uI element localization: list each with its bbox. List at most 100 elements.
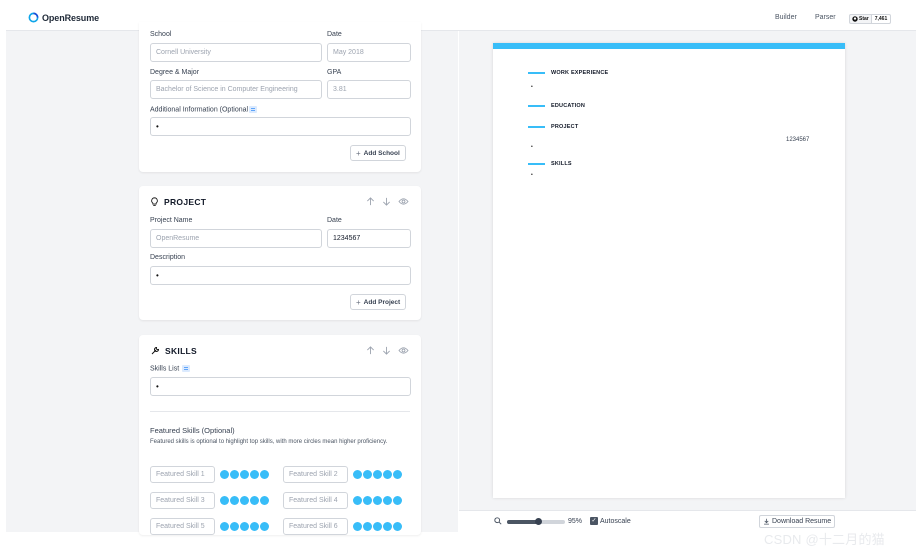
project-date-label: Date (327, 217, 342, 224)
skill-level-circle[interactable] (363, 522, 372, 531)
skill-level-circle[interactable] (230, 470, 239, 479)
bullet-point: • (156, 122, 159, 131)
zoom-slider[interactable] (507, 518, 565, 525)
featured-skills-description: Featured skills is optional to highlight… (150, 439, 388, 445)
education-card: School Cornell University Date May 2018 … (139, 22, 421, 172)
lightbulb-icon (151, 197, 158, 206)
skill-level-circle[interactable] (240, 496, 249, 505)
skill-level-circle[interactable] (353, 470, 362, 479)
add-project-button[interactable]: + Add Project (350, 294, 407, 310)
github-icon (852, 16, 858, 22)
skill-level-circle[interactable] (230, 522, 239, 531)
additional-info-input[interactable]: • (150, 117, 411, 136)
skill-level-circle[interactable] (373, 496, 382, 505)
skill-level-circle[interactable] (260, 522, 269, 531)
skill-level-circle[interactable] (373, 522, 382, 531)
featured-skill-input[interactable]: Featured Skill 3 (150, 492, 215, 509)
project-name-label: Project Name (150, 217, 193, 224)
skill-level-rating (353, 496, 402, 505)
zoom-icon (494, 517, 502, 525)
featured-skill-input[interactable]: Featured Skill 1 (150, 466, 215, 483)
skills-list-label: Skills List (150, 365, 191, 372)
skill-level-circle[interactable] (220, 470, 229, 479)
preview-heading-text: SKILLS (551, 161, 572, 167)
preview-heading-project: PROJECT (528, 124, 578, 130)
skill-level-circle[interactable] (220, 496, 229, 505)
arrow-up-icon[interactable] (366, 346, 375, 355)
logo-icon (28, 12, 39, 23)
skill-level-circle[interactable] (353, 496, 362, 505)
add-school-button[interactable]: + Add School (350, 145, 406, 161)
bullet-point: • (156, 382, 159, 391)
heading-accent-line (528, 105, 545, 107)
skills-list-input[interactable]: • (150, 377, 411, 396)
featured-skill-input[interactable]: Featured Skill 2 (283, 466, 348, 483)
featured-skill-input[interactable]: Featured Skill 5 (150, 518, 215, 535)
preview-heading-work: WORK EXPERIENCE (528, 70, 608, 76)
additional-info-label: Additional Information (Optional (150, 106, 258, 113)
degree-input[interactable]: Bachelor of Science in Computer Engineer… (150, 80, 322, 99)
skills-card: SKILLS Skills List • Featured Skills (Op… (139, 335, 421, 535)
description-input[interactable]: • (150, 266, 411, 285)
skill-level-circle[interactable] (250, 470, 259, 479)
skill-level-circle[interactable] (363, 470, 372, 479)
app-logo[interactable]: OpenResume (28, 12, 99, 23)
bullet-point: • (156, 271, 159, 280)
preview-heading-text: EDUCATION (551, 103, 586, 109)
plus-icon: + (356, 297, 361, 307)
github-star-button[interactable]: Star 7,461 (849, 14, 892, 24)
skill-level-circle[interactable] (250, 522, 259, 531)
date-label: Date (327, 31, 342, 38)
skill-level-circle[interactable] (363, 496, 372, 505)
gpa-label: GPA (327, 69, 342, 76)
project-name-input[interactable]: OpenResume (150, 229, 322, 248)
preview-bullet: • (531, 172, 533, 178)
skill-level-circle[interactable] (383, 496, 392, 505)
skill-level-circle[interactable] (393, 470, 402, 479)
download-resume-button[interactable]: Download Resume (759, 515, 836, 528)
gpa-input[interactable]: 3.81 (327, 80, 411, 99)
skill-level-circle[interactable] (220, 522, 229, 531)
arrow-up-icon[interactable] (366, 197, 375, 206)
skill-level-rating (353, 470, 402, 479)
heading-accent-line (528, 163, 545, 165)
skill-level-circle[interactable] (260, 470, 269, 479)
featured-skill-input[interactable]: Featured Skill 6 (283, 518, 348, 535)
autoscale-checkbox[interactable]: ✓ (590, 517, 598, 525)
featured-skill-row: Featured Skill 3 (150, 492, 269, 509)
skill-level-circle[interactable] (383, 470, 392, 479)
nav-link-parser[interactable]: Parser (815, 14, 836, 21)
featured-skill-input[interactable]: Featured Skill 4 (283, 492, 348, 509)
heading-accent-line (528, 126, 545, 128)
zoom-slider-handle[interactable] (535, 518, 543, 525)
skill-level-circle[interactable] (353, 522, 362, 531)
preview-heading-text: PROJECT (551, 124, 579, 130)
skill-level-circle[interactable] (260, 496, 269, 505)
preview-bullet: • (531, 84, 533, 90)
bullet-list-icon (182, 365, 191, 372)
skill-level-circle[interactable] (383, 522, 392, 531)
project-title-text: PROJECT (164, 197, 207, 207)
eye-icon[interactable] (398, 197, 409, 206)
preview-heading-skills: SKILLS (528, 161, 572, 167)
skill-level-circle[interactable] (240, 522, 249, 531)
skill-level-circle[interactable] (250, 496, 259, 505)
eye-icon[interactable] (398, 346, 409, 355)
skill-level-circle[interactable] (240, 470, 249, 479)
preview-heading-text: WORK EXPERIENCE (551, 70, 609, 76)
arrow-down-icon[interactable] (382, 197, 391, 206)
skill-level-circle[interactable] (230, 496, 239, 505)
nav-link-builder[interactable]: Builder (775, 14, 797, 21)
skill-level-circle[interactable] (373, 470, 382, 479)
featured-skills-title: Featured Skills (Optional) (150, 426, 235, 435)
skill-level-circle[interactable] (393, 496, 402, 505)
project-date-input[interactable]: 1234567 (327, 229, 411, 248)
arrow-down-icon[interactable] (382, 346, 391, 355)
bullet-list-icon (249, 106, 258, 113)
school-input[interactable]: Cornell University (150, 43, 322, 62)
skill-level-circle[interactable] (393, 522, 402, 531)
app-name: OpenResume (42, 12, 100, 23)
school-date-input[interactable]: May 2018 (327, 43, 411, 62)
preview-bullet: • (531, 144, 533, 150)
autoscale-toggle[interactable]: ✓ Autoscale (590, 517, 631, 525)
